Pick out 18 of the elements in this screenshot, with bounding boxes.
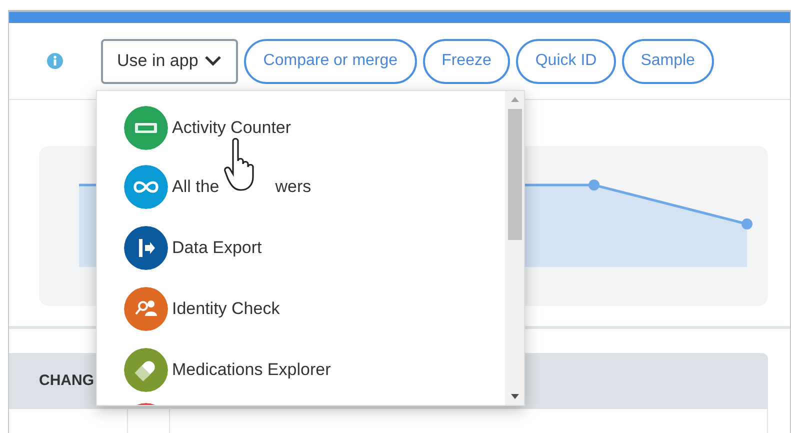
toolbar-button[interactable]: Compare or merge (244, 38, 417, 84)
toolbar-button[interactable]: Freeze (422, 38, 510, 84)
menu-item[interactable]: Medications Explorer (124, 334, 505, 395)
menu-item[interactable]: Identity Check (124, 273, 505, 334)
menu-item[interactable]: All the wers (124, 151, 505, 212)
chevron-icon (204, 55, 222, 67)
scroll-down-icon[interactable] (510, 393, 520, 401)
info-icon[interactable] (47, 53, 63, 69)
menu-item-text: wers (275, 176, 312, 198)
toolbar-button[interactable]: Sample (622, 38, 714, 84)
menu-item[interactable]: Activity Counter (124, 95, 505, 151)
scrollbar-thumb[interactable] (508, 109, 522, 240)
menu-item[interactable]: Data Export (124, 212, 505, 273)
scroll-up-icon[interactable] (510, 95, 520, 103)
scrollbar[interactable] (505, 91, 524, 405)
use-in-app-dropdown[interactable]: Use in app (101, 38, 238, 84)
toolbar-button[interactable]: Quick ID (516, 38, 616, 84)
column-header: CHANG (39, 370, 94, 391)
